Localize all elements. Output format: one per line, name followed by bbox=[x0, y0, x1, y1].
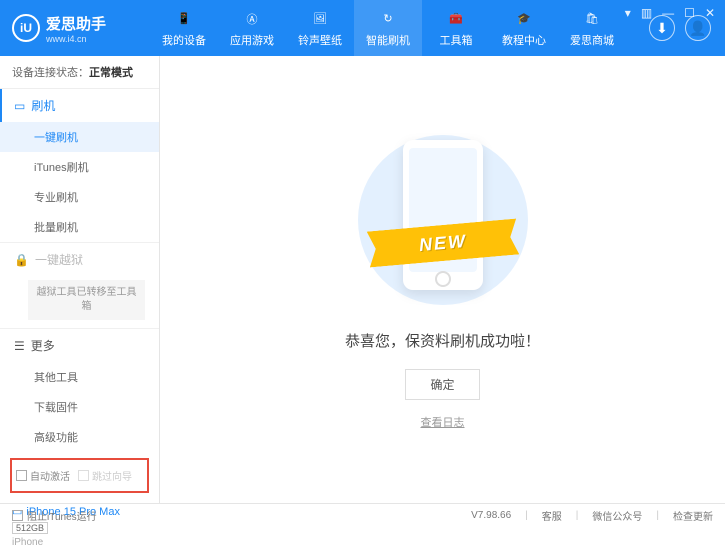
sidebar-item-flash-2[interactable]: 专业刷机 bbox=[0, 182, 159, 212]
nav-item-4[interactable]: 🧰工具箱 bbox=[422, 0, 490, 56]
success-illustration: NEW bbox=[353, 130, 533, 310]
nav-icon: ↻ bbox=[378, 9, 398, 29]
support-link[interactable]: 客服 bbox=[542, 508, 562, 523]
titlebar: iU 爱思助手 www.i4.cn 📱我的设备Ⓐ应用游戏🖼铃声壁纸↻智能刷机🧰工… bbox=[0, 0, 725, 56]
connection-status: 设备连接状态：正常模式 bbox=[0, 56, 159, 89]
nav-icon: 🖼 bbox=[310, 9, 330, 29]
sidebar-item-flash-3[interactable]: 批量刷机 bbox=[0, 212, 159, 242]
maximize-button[interactable]: ☐ bbox=[684, 6, 695, 20]
lock-icon: 🔒 bbox=[14, 253, 29, 267]
nav-item-5[interactable]: 🎓教程中心 bbox=[490, 0, 558, 56]
logo-icon: iU bbox=[12, 14, 40, 42]
storage-badge: 512GB bbox=[12, 522, 48, 534]
block-itunes-label[interactable]: 阻止iTunes运行 bbox=[27, 508, 97, 523]
sidebar-item-flash-0[interactable]: 一键刷机 bbox=[0, 122, 159, 152]
main-panel: NEW 恭喜您，保资料刷机成功啦！ 确定 查看日志 bbox=[160, 56, 725, 503]
auto-activate-checkbox[interactable]: 自动激活 bbox=[16, 468, 70, 483]
close-button[interactable]: ✕ bbox=[705, 6, 715, 20]
jailbreak-note: 越狱工具已转移至工具箱 bbox=[28, 280, 145, 320]
nav-item-6[interactable]: 🛍爱思商城 bbox=[558, 0, 626, 56]
nav-item-3[interactable]: ↻智能刷机 bbox=[354, 0, 422, 56]
logo-area: iU 爱思助手 www.i4.cn bbox=[0, 13, 150, 44]
sidebar-item-more-1[interactable]: 下载固件 bbox=[0, 392, 159, 422]
minimize-button[interactable]: — bbox=[662, 6, 674, 20]
nav-icon: 🧰 bbox=[446, 9, 466, 29]
device-type: iPhone bbox=[12, 537, 147, 548]
nav-icon: 🎓 bbox=[514, 9, 534, 29]
options-highlight-box: 自动激活 跳过向导 bbox=[10, 458, 149, 493]
nav-item-2[interactable]: 🖼铃声壁纸 bbox=[286, 0, 354, 56]
nav-icon: 🛍 bbox=[582, 9, 602, 29]
sidebar: 设备连接状态：正常模式 ▭ 刷机 一键刷机iTunes刷机专业刷机批量刷机 🔒 … bbox=[0, 56, 160, 503]
sidebar-section-more[interactable]: ☰ 更多 bbox=[0, 329, 159, 362]
menu-icon[interactable]: ▾ bbox=[625, 6, 631, 20]
nav-icon: Ⓐ bbox=[242, 9, 262, 29]
update-link[interactable]: 检查更新 bbox=[673, 508, 713, 523]
menu-icon: ☰ bbox=[14, 339, 25, 353]
skip-guide-checkbox: 跳过向导 bbox=[78, 468, 132, 483]
sidebar-section-flash[interactable]: ▭ 刷机 bbox=[0, 89, 159, 122]
sidebar-item-more-2[interactable]: 高级功能 bbox=[0, 422, 159, 452]
block-itunes-checkbox[interactable] bbox=[12, 510, 23, 521]
app-url: www.i4.cn bbox=[46, 34, 106, 44]
nav-item-1[interactable]: Ⓐ应用游戏 bbox=[218, 0, 286, 56]
success-message: 恭喜您，保资料刷机成功啦！ bbox=[345, 330, 540, 351]
top-nav: 📱我的设备Ⓐ应用游戏🖼铃声壁纸↻智能刷机🧰工具箱🎓教程中心🛍爱思商城 bbox=[150, 0, 649, 56]
confirm-button[interactable]: 确定 bbox=[405, 369, 479, 400]
window-controls: ▾ ▥ — ☐ ✕ bbox=[625, 0, 725, 20]
version-label: V7.98.66 bbox=[471, 510, 511, 521]
wechat-link[interactable]: 微信公众号 bbox=[592, 508, 642, 523]
app-name: 爱思助手 bbox=[46, 13, 106, 34]
nav-icon: 📱 bbox=[174, 9, 194, 29]
skin-icon[interactable]: ▥ bbox=[641, 6, 652, 20]
flash-icon: ▭ bbox=[14, 99, 25, 113]
sidebar-section-jailbreak: 🔒 一键越狱 bbox=[0, 243, 159, 276]
sidebar-item-flash-1[interactable]: iTunes刷机 bbox=[0, 152, 159, 182]
sidebar-item-more-0[interactable]: 其他工具 bbox=[0, 362, 159, 392]
nav-item-0[interactable]: 📱我的设备 bbox=[150, 0, 218, 56]
view-log-link[interactable]: 查看日志 bbox=[421, 414, 465, 430]
